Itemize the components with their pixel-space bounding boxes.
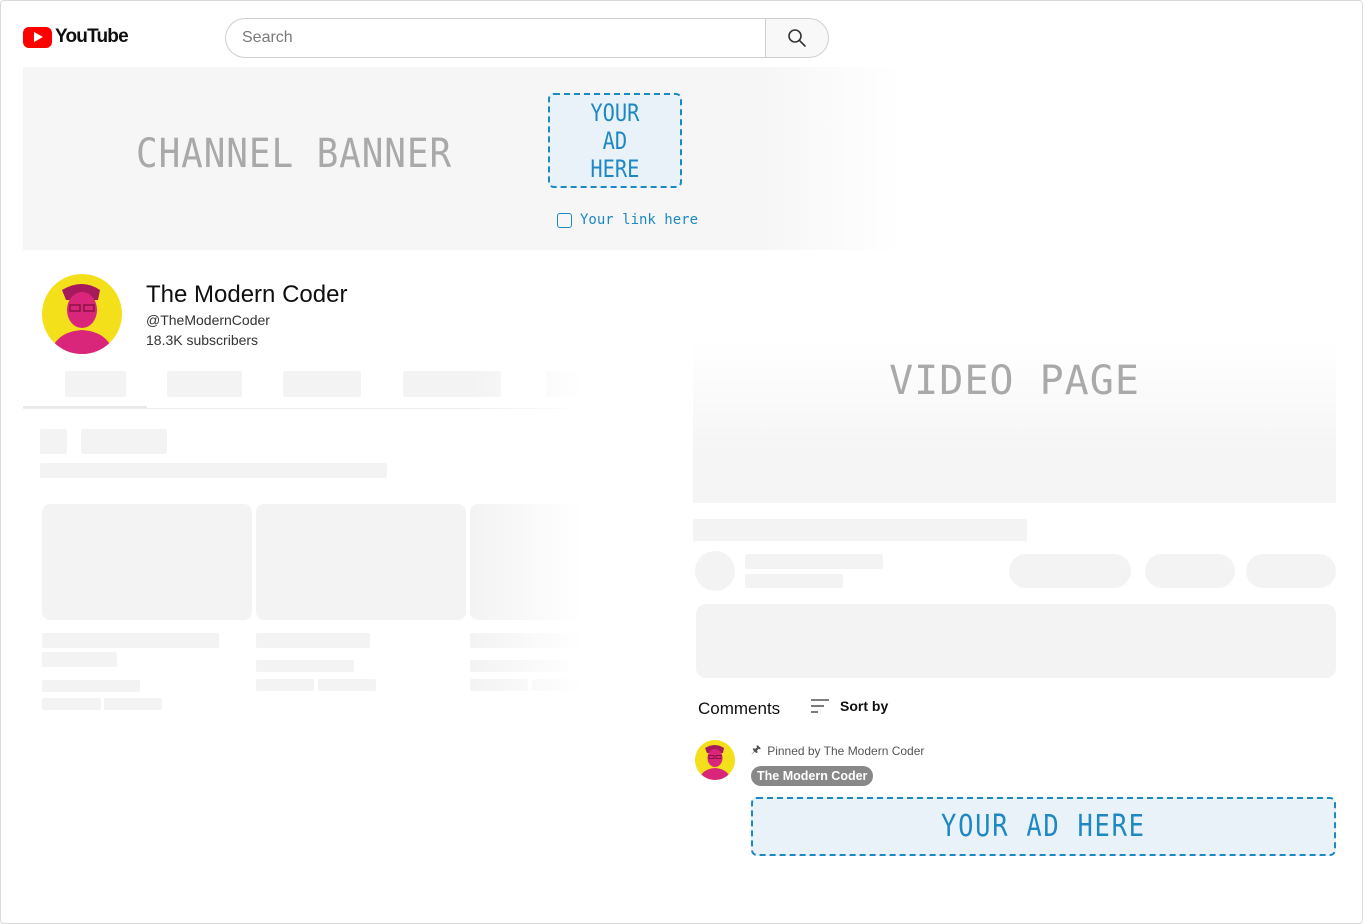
action-button-placeholder bbox=[1246, 554, 1336, 588]
channel-avatar[interactable] bbox=[42, 274, 122, 354]
banner-link-text: Your link here bbox=[580, 212, 699, 228]
channel-banner: CHANNEL BANNER YOUR AD HERE Your link he… bbox=[23, 67, 901, 250]
comment-author-chip[interactable]: The Modern Coder bbox=[751, 766, 874, 786]
video-page-label: VIDEO PAGE bbox=[889, 358, 1140, 404]
search-icon bbox=[788, 29, 806, 47]
video-player-placeholder: VIDEO PAGE bbox=[693, 341, 1336, 503]
play-icon bbox=[23, 26, 52, 48]
channel-handle: @TheModernCoder bbox=[146, 312, 270, 328]
search-bar bbox=[225, 18, 829, 58]
tab-placeholder bbox=[65, 371, 126, 397]
pinned-text: Pinned by The Modern Coder bbox=[767, 743, 925, 758]
comment-author-avatar[interactable] bbox=[695, 740, 735, 780]
subscriber-count: 18.3K subscribers bbox=[146, 332, 259, 348]
channel-name[interactable]: The Modern Coder bbox=[146, 281, 347, 309]
action-button-placeholder bbox=[1009, 554, 1131, 588]
link-icon bbox=[557, 212, 572, 228]
avatar-portrait bbox=[50, 284, 114, 354]
search-input[interactable] bbox=[225, 18, 765, 58]
video-meta-placeholder bbox=[318, 679, 376, 691]
video-thumbnail-placeholder bbox=[256, 504, 466, 620]
youtube-logo[interactable]: YouTube bbox=[23, 26, 129, 48]
banner-link[interactable]: Your link here bbox=[557, 212, 698, 228]
comments-title: Comments bbox=[698, 699, 781, 718]
comment-ad-text: YOUR AD HERE bbox=[941, 809, 1146, 844]
banner-ad-slot[interactable]: YOUR AD HERE bbox=[548, 93, 682, 188]
subscriber-placeholder bbox=[745, 574, 843, 588]
video-meta-placeholder bbox=[104, 698, 162, 710]
sort-by-button[interactable]: Sort by bbox=[840, 698, 888, 714]
logo-text: YouTube bbox=[55, 26, 129, 47]
tab-placeholder bbox=[283, 371, 361, 397]
video-title-placeholder bbox=[256, 633, 370, 648]
banner-ad-text: YOUR AD HERE bbox=[590, 98, 640, 183]
video-meta-placeholder bbox=[256, 660, 354, 672]
video-title-placeholder bbox=[42, 652, 117, 667]
section-subtitle-placeholder bbox=[40, 463, 387, 478]
video-meta-placeholder bbox=[42, 680, 140, 692]
description-placeholder bbox=[696, 604, 1336, 678]
comment-ad-slot[interactable]: YOUR AD HERE bbox=[751, 797, 1336, 856]
channel-avatar-placeholder bbox=[695, 551, 735, 591]
video-meta-placeholder bbox=[256, 679, 314, 691]
video-title-placeholder bbox=[693, 519, 1027, 541]
banner-label: CHANNEL BANNER bbox=[136, 131, 453, 177]
pinned-label: 🖈 Pinned by The Modern Coder bbox=[751, 741, 924, 760]
pin-icon: 🖈 bbox=[751, 744, 762, 756]
video-title-placeholder bbox=[42, 633, 219, 648]
sort-icon[interactable] bbox=[810, 698, 830, 714]
video-thumbnail-placeholder bbox=[42, 504, 252, 620]
browser-frame: YouTube CHANNEL BANNER YOUR AD HERE Your… bbox=[0, 0, 1363, 924]
tab-placeholder bbox=[167, 371, 242, 397]
section-icon-placeholder bbox=[40, 429, 67, 454]
search-button[interactable] bbox=[765, 18, 829, 58]
section-title-placeholder bbox=[81, 429, 167, 454]
video-meta-placeholder bbox=[42, 698, 101, 710]
action-button-placeholder bbox=[1145, 554, 1235, 588]
avatar-portrait bbox=[699, 745, 731, 780]
content-fade bbox=[471, 361, 596, 721]
channel-name-placeholder bbox=[745, 554, 883, 569]
